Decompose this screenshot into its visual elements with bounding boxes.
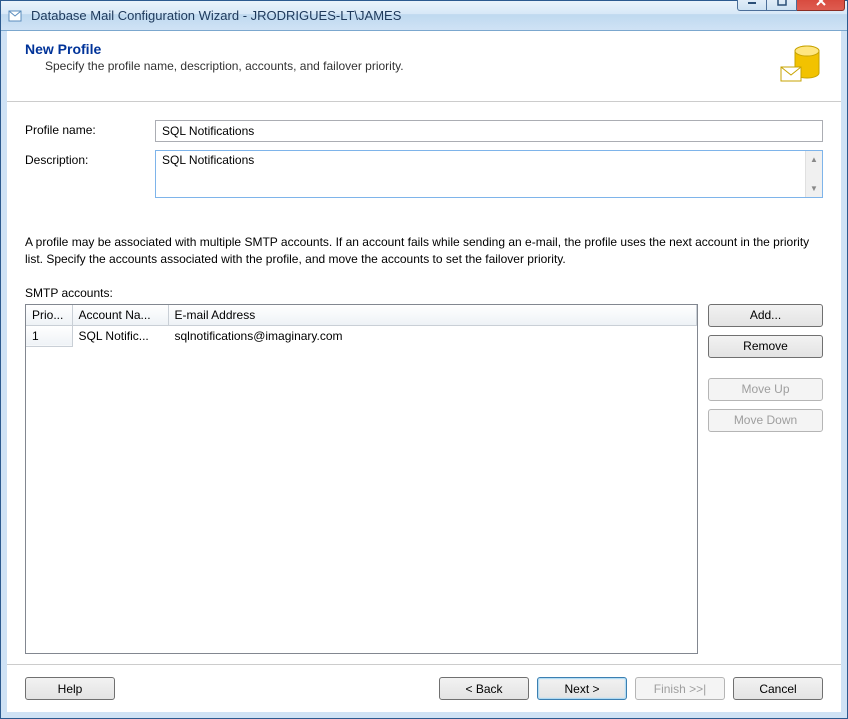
smtp-grid[interactable]: Prio... Account Na... E-mail Address 1SQ… xyxy=(25,304,698,654)
col-email[interactable]: E-mail Address xyxy=(168,305,697,326)
move-down-button[interactable]: Move Down xyxy=(708,409,823,432)
scroll-down-icon[interactable]: ▼ xyxy=(806,180,822,197)
wizard-body: Profile name: Description: ▲ ▼ A profile… xyxy=(7,102,841,664)
table-row[interactable]: 1SQL Notific...sqlnotifications@imaginar… xyxy=(26,325,697,346)
minimize-button[interactable] xyxy=(737,0,767,11)
close-button[interactable] xyxy=(797,0,845,11)
cell-account[interactable]: SQL Notific... xyxy=(72,325,168,346)
smtp-area: Prio... Account Na... E-mail Address 1SQ… xyxy=(25,304,823,654)
window-controls xyxy=(737,0,845,11)
description-scrollbar[interactable]: ▲ ▼ xyxy=(805,151,822,197)
profile-name-label: Profile name: xyxy=(25,120,155,137)
wizard-header: New Profile Specify the profile name, de… xyxy=(7,31,841,102)
app-icon xyxy=(7,8,23,24)
titlebar[interactable]: Database Mail Configuration Wizard - JRO… xyxy=(1,1,847,31)
col-account[interactable]: Account Na... xyxy=(72,305,168,326)
back-button[interactable]: < Back xyxy=(439,677,529,700)
wizard-footer: Help < Back Next > Finish >>| Cancel xyxy=(7,664,841,712)
description-input[interactable] xyxy=(156,151,805,197)
description-wrap: ▲ ▼ xyxy=(155,150,823,198)
window-title: Database Mail Configuration Wizard - JRO… xyxy=(29,8,737,23)
remove-button[interactable]: Remove xyxy=(708,335,823,358)
next-button[interactable]: Next > xyxy=(537,677,627,700)
scroll-up-icon[interactable]: ▲ xyxy=(806,151,822,168)
col-priority[interactable]: Prio... xyxy=(26,305,72,326)
database-icon xyxy=(777,41,823,87)
profile-name-row: Profile name: xyxy=(25,120,823,142)
add-button[interactable]: Add... xyxy=(708,304,823,327)
cancel-button[interactable]: Cancel xyxy=(733,677,823,700)
description-row: Description: ▲ ▼ xyxy=(25,150,823,198)
page-title: New Profile xyxy=(25,41,404,57)
grid-header-row: Prio... Account Na... E-mail Address xyxy=(26,305,697,326)
help-button[interactable]: Help xyxy=(25,677,115,700)
wizard-window: Database Mail Configuration Wizard - JRO… xyxy=(0,0,848,719)
profile-name-input[interactable] xyxy=(155,120,823,142)
move-up-button[interactable]: Move Up xyxy=(708,378,823,401)
explanation-text: A profile may be associated with multipl… xyxy=(25,234,823,268)
smtp-accounts-label: SMTP accounts: xyxy=(25,286,823,300)
page-subtitle: Specify the profile name, description, a… xyxy=(45,59,404,73)
content-area: New Profile Specify the profile name, de… xyxy=(1,31,847,718)
maximize-button[interactable] xyxy=(767,0,797,11)
smtp-side-buttons: Add... Remove Move Up Move Down xyxy=(708,304,823,654)
cell-email[interactable]: sqlnotifications@imaginary.com xyxy=(168,325,697,346)
finish-button[interactable]: Finish >>| xyxy=(635,677,725,700)
description-label: Description: xyxy=(25,150,155,167)
cell-priority[interactable]: 1 xyxy=(26,325,72,346)
